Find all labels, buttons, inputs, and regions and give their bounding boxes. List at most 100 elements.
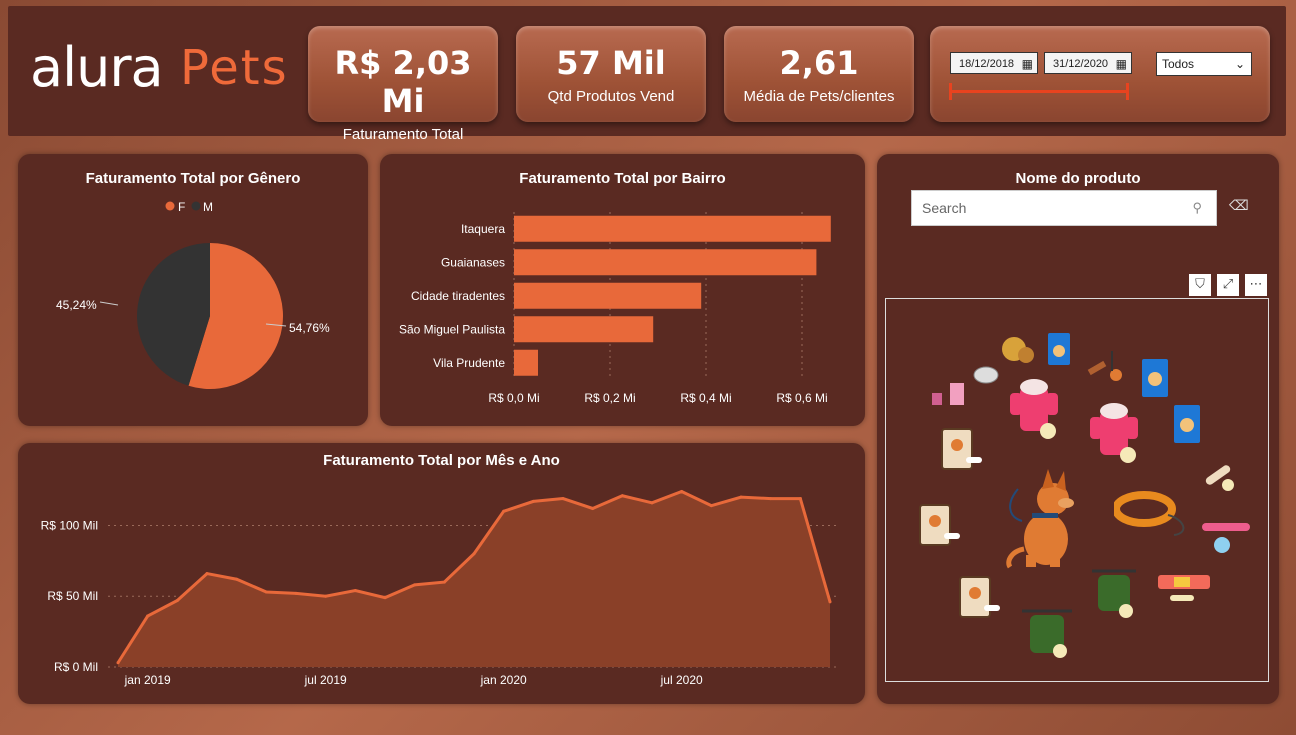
brush-leash-image[interactable] [1082,345,1132,391]
area-x-tick-label: jul 2020 [660,673,703,687]
bar-category-label: São Miguel Paulista [399,322,505,336]
area-fill [118,491,830,667]
bar-x-tick-label: R$ 0,6 Mi [776,391,827,405]
logo-pets-text: Pets [180,40,289,96]
blue-food-bag-image[interactable] [1140,357,1170,399]
legend-f-label: F [178,200,185,214]
bar-x-tick-label: R$ 0,2 Mi [584,391,635,405]
area-y-tick-label: R$ 50 Mil [47,589,98,603]
slider-end-handle[interactable] [1126,83,1129,100]
search-icon[interactable]: ⚲ [1192,191,1202,225]
logo-alura-text: alura [30,36,164,99]
kpi-label: Faturamento Total [342,126,464,143]
bar-category-label: Cidade tiradentes [411,289,505,303]
area-y-tick-label: R$ 0 Mil [54,660,98,674]
date-filter-slicer: 18/12/2018 ▦ 31/12/2020 ▦ Todos ⌄ [930,26,1270,122]
area-data-point [561,497,565,501]
legend-m-label: M [203,200,213,214]
mouse-toy-image[interactable] [970,359,1000,387]
bar-x-tick-label: R$ 0,4 Mi [680,391,731,405]
bar-chart-svg: R$ 0,0 Mi R$ 0,2 Mi R$ 0,4 Mi R$ 0,6 Mi Itaq… [399,212,831,405]
search-placeholder: Search [922,200,967,216]
area-data-point [205,572,209,576]
calendar-icon[interactable]: ▦ [1116,53,1127,75]
kpi-value: R$ 2,03 Mi [334,44,472,120]
product-image-visual[interactable] [885,298,1269,682]
eraser-icon[interactable]: ⌫ [1229,198,1249,214]
area-data-point [324,594,328,598]
area-data-point [235,577,239,581]
start-date-value: 18/12/2018 [959,58,1015,70]
area-data-point [175,598,179,602]
bone-toy-image[interactable] [1198,457,1238,493]
area-chart-panel: Faturamento Total por Mês e Ano R$ 0 Mil… [18,443,865,704]
bar-são-miguel-paulista [514,316,654,343]
bar-guaianases [514,249,817,276]
kpi-value: 2,61 [779,44,859,82]
slider-start-handle[interactable] [949,83,952,100]
kpi-value: 57 Mil [556,44,666,82]
pie-chart-svg: F M 54,76% 45,24% [56,200,330,389]
area-data-point [146,614,150,618]
pink-collar-image[interactable] [1198,519,1254,559]
bar-category-label: Guaianases [441,255,505,269]
area-data-point [294,591,298,595]
area-data-point [798,497,802,501]
pie-chart-panel: Faturamento Total por Gênero F M 54,76% … [18,154,368,426]
area-data-point [591,506,595,510]
area-data-point [739,495,743,499]
date-range-slider[interactable] [950,90,1128,93]
focus-mode-icon[interactable]: ⤢ [1217,274,1239,296]
area-data-point [502,509,506,513]
end-date-input[interactable]: 31/12/2020 ▦ [1044,52,1132,74]
product-search-input[interactable]: Search ⚲ [911,190,1217,226]
legend-f-marker [165,201,175,211]
bar-x-tick-label: R$ 0,0 Mi [488,391,539,405]
red-collar-image[interactable] [1154,569,1214,609]
kibble-bag-image[interactable] [938,427,986,475]
todos-dropdown[interactable]: Todos ⌄ [1156,52,1252,76]
pink-coat-image[interactable] [1086,403,1146,463]
product-panel: Nome do produto Search ⚲ ⌫ ⛉ ⤢ ⋯ [877,154,1279,704]
area-y-tick-label: R$ 100 Mil [41,518,98,532]
bar-category-label: Vila Prudente [433,356,505,370]
start-date-input[interactable]: 18/12/2018 ▦ [950,52,1038,74]
bar-vila-prudente [514,349,538,376]
kpi-card-faturamento: R$ 2,03 Mi Faturamento Total [308,26,498,143]
more-options-icon[interactable]: ⋯ [1245,274,1267,296]
area-data-point [709,504,713,508]
area-data-point [353,589,357,593]
blue-food-bag-image[interactable] [1046,331,1072,367]
green-shirt-image[interactable] [1018,599,1078,659]
bar-itaquera [514,215,831,242]
kibble-bag-image[interactable] [956,575,1004,623]
dropdown-value: Todos [1162,57,1195,71]
area-data-point [383,596,387,600]
pink-coat-image[interactable] [1006,379,1066,439]
area-data-point [650,501,654,505]
label-m-leader [99,301,119,306]
area-data-point [264,590,268,594]
calendar-icon[interactable]: ▦ [1022,53,1033,75]
area-data-point [116,661,120,665]
legend-m-marker [191,201,201,211]
header-bar: alura Pets R$ 2,03 Mi Faturamento Total … [8,6,1286,143]
orange-collar-image[interactable] [1114,489,1194,539]
cat-treat-image[interactable] [928,379,972,409]
kpi-card-media-pets: 2,61 Média de Pets/clientes [724,26,914,122]
dog-image[interactable] [998,469,1088,569]
area-data-point [769,497,773,501]
area-data-point [472,552,476,556]
area-x-tick-label: jan 2019 [124,673,171,687]
bar-cidade-tiradentes [514,282,702,309]
filter-icon[interactable]: ⛉ [1189,274,1211,296]
area-data-point [442,580,446,584]
cookie-treat-image[interactable] [998,333,1038,369]
blue-food-bag-image[interactable] [1172,403,1202,445]
kibble-bag-image[interactable] [916,503,964,551]
area-data-point [828,600,832,604]
end-date-value: 31/12/2020 [1053,58,1109,70]
bar-chart-panel: Faturamento Total por Bairro R$ 0,0 Mi R$… [380,154,865,426]
label-m-pct: 45,24% [56,298,97,312]
green-shirt-image[interactable] [1086,561,1142,621]
